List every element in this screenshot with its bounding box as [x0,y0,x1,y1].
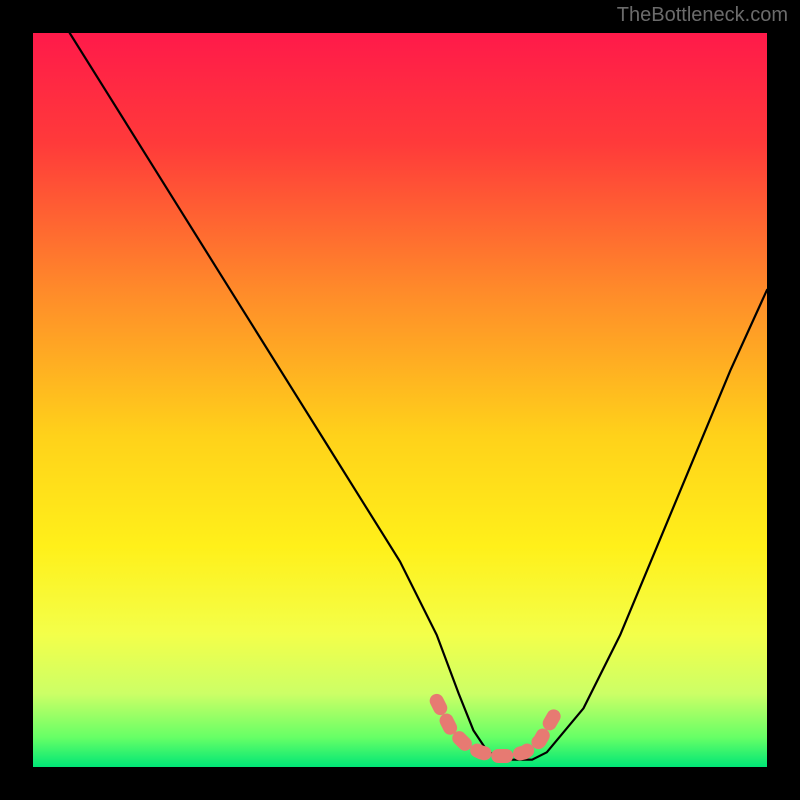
chart-plot-area [33,33,767,767]
chart-background-gradient [33,33,767,767]
watermark-text: TheBottleneck.com [617,4,788,27]
chart-svg [33,33,767,767]
